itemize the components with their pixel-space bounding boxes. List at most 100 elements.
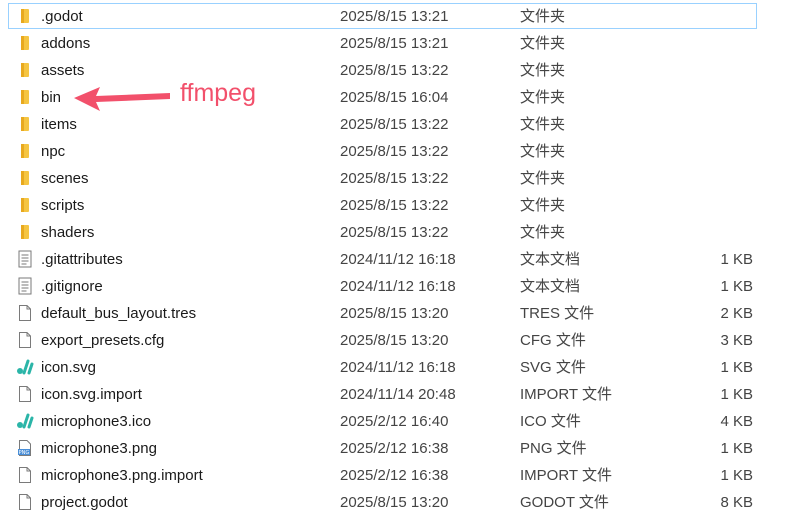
blank-file-icon: [16, 466, 34, 484]
file-row[interactable]: icon.svg.import 2024/11/14 20:48 IMPORT 文件…: [0, 381, 786, 408]
text-document-icon: [16, 277, 34, 295]
file-row[interactable]: addons 2025/8/15 13:21 文件夹: [0, 30, 786, 57]
file-name[interactable]: scenes: [41, 169, 89, 188]
file-type: 文件夹: [520, 224, 566, 241]
file-type: TRES 文件: [520, 305, 595, 322]
text-document-icon: [16, 250, 34, 268]
file-type: GODOT 文件: [520, 494, 609, 511]
svg-app-icon: [16, 358, 34, 376]
blank-file-icon: [16, 304, 34, 322]
file-size: 1 KB: [720, 278, 753, 295]
svg-app-icon: [16, 412, 34, 430]
file-type: 文件夹: [520, 170, 566, 187]
file-name[interactable]: microphone3.png: [41, 439, 157, 458]
file-name[interactable]: addons: [41, 34, 90, 53]
folder-icon: [16, 169, 34, 187]
file-size: 4 KB: [720, 413, 753, 430]
file-row[interactable]: project.godot 2025/8/15 13:20 GODOT 文件 8 KB: [0, 489, 786, 516]
file-name[interactable]: assets: [41, 61, 84, 80]
file-date: 2024/11/12 16:18: [340, 251, 456, 268]
arrow-head: [74, 87, 170, 111]
file-name[interactable]: scripts: [41, 196, 84, 215]
file-date: 2025/8/15 13:22: [340, 197, 449, 214]
file-type: 文本文档: [520, 278, 581, 295]
file-size: 1 KB: [720, 359, 753, 376]
file-date: 2024/11/14 20:48: [340, 386, 456, 403]
file-name[interactable]: microphone3.png.import: [41, 466, 203, 485]
file-size: 1 KB: [720, 467, 753, 484]
file-name[interactable]: npc: [41, 142, 65, 161]
file-name[interactable]: icon.svg: [41, 358, 96, 377]
file-type: 文件夹: [520, 197, 566, 214]
file-date: 2024/11/12 16:18: [340, 359, 456, 376]
file-size: 3 KB: [720, 332, 753, 349]
file-row[interactable]: shaders 2025/8/15 13:22 文件夹: [0, 219, 786, 246]
blank-file-icon: [16, 385, 34, 403]
file-row[interactable]: export_presets.cfg 2025/8/15 13:20 CFG 文件 3…: [0, 327, 786, 354]
png-badge-label: PNG: [19, 450, 30, 456]
file-size: 1 KB: [720, 251, 753, 268]
file-type: 文件夹: [520, 143, 566, 160]
folder-icon: [16, 223, 34, 241]
file-type: ICO 文件: [520, 413, 581, 430]
file-date: 2025/2/12 16:40: [340, 413, 449, 430]
file-row[interactable]: .gitignore 2024/11/12 16:18 文本文档 1 KB: [0, 273, 786, 300]
folder-icon: [16, 61, 34, 79]
file-size: 8 KB: [720, 494, 753, 511]
file-row[interactable]: icon.svg 2024/11/12 16:18 SVG 文件 1 KB: [0, 354, 786, 381]
file-row[interactable]: scenes 2025/8/15 13:22 文件夹: [0, 165, 786, 192]
file-row[interactable]: default_bus_layout.tres 2025/8/15 13:20 TR…: [0, 300, 786, 327]
blank-file-icon: [16, 331, 34, 349]
file-size: 2 KB: [720, 305, 753, 322]
folder-icon: [16, 196, 34, 214]
folder-icon: [16, 142, 34, 160]
file-type: 文件夹: [520, 116, 566, 133]
file-type: IMPORT 文件: [520, 467, 612, 484]
file-type: 文件夹: [520, 8, 566, 25]
annotation-label: ffmpeg: [180, 79, 256, 107]
file-size: 1 KB: [720, 386, 753, 403]
file-date: 2025/8/15 13:22: [340, 170, 449, 187]
file-row[interactable]: npc 2025/8/15 13:22 文件夹: [0, 138, 786, 165]
file-row[interactable]: scripts 2025/8/15 13:22 文件夹: [0, 192, 786, 219]
file-date: 2025/8/15 13:20: [340, 305, 449, 322]
folder-icon: [16, 7, 34, 25]
file-date: 2025/8/15 13:21: [340, 8, 449, 25]
file-type: 文本文档: [520, 251, 581, 268]
file-name[interactable]: project.godot: [41, 493, 128, 512]
file-date: 2025/8/15 16:04: [340, 89, 449, 106]
file-row[interactable]: .gitattributes 2024/11/12 16:18 文本文档 1 KB: [0, 246, 786, 273]
file-name[interactable]: export_presets.cfg: [41, 331, 164, 350]
file-row[interactable]: microphone3.ico 2025/2/12 16:40 ICO 文件 4 KB: [0, 408, 786, 435]
folder-icon: [16, 88, 34, 106]
file-date: 2025/2/12 16:38: [340, 440, 449, 457]
file-date: 2025/8/15 13:22: [340, 116, 449, 133]
file-name[interactable]: .gitignore: [41, 277, 103, 296]
file-row[interactable]: .godot 2025/8/15 13:21 文件夹: [0, 3, 786, 30]
png-image-icon: PNG: [16, 439, 34, 457]
file-date: 2025/8/15 13:20: [340, 494, 449, 511]
file-type: PNG 文件: [520, 440, 587, 457]
folder-icon: [16, 34, 34, 52]
file-row[interactable]: microphone3.png.import 2025/2/12 16:38 IMP…: [0, 462, 786, 489]
blank-file-icon: [16, 493, 34, 511]
file-name[interactable]: bin: [41, 88, 61, 107]
file-date: 2024/11/12 16:18: [340, 278, 456, 295]
file-name[interactable]: .godot: [41, 7, 83, 26]
file-name[interactable]: .gitattributes: [41, 250, 123, 269]
file-name[interactable]: microphone3.ico: [41, 412, 151, 431]
folder-icon: [16, 115, 34, 133]
file-date: 2025/8/15 13:22: [340, 62, 449, 79]
file-date: 2025/8/15 13:22: [340, 143, 449, 160]
file-date: 2025/2/12 16:38: [340, 467, 449, 484]
file-row[interactable]: PNG microphone3.png 2025/2/12 16:38 PNG 文件 1…: [0, 435, 786, 462]
file-type: SVG 文件: [520, 359, 586, 376]
file-name[interactable]: icon.svg.import: [41, 385, 142, 404]
file-date: 2025/8/15 13:20: [340, 332, 449, 349]
file-type: 文件夹: [520, 62, 566, 79]
file-type: 文件夹: [520, 89, 566, 106]
file-date: 2025/8/15 13:22: [340, 224, 449, 241]
file-type: CFG 文件: [520, 332, 586, 349]
file-name[interactable]: default_bus_layout.tres: [41, 304, 196, 323]
file-name[interactable]: shaders: [41, 223, 94, 242]
